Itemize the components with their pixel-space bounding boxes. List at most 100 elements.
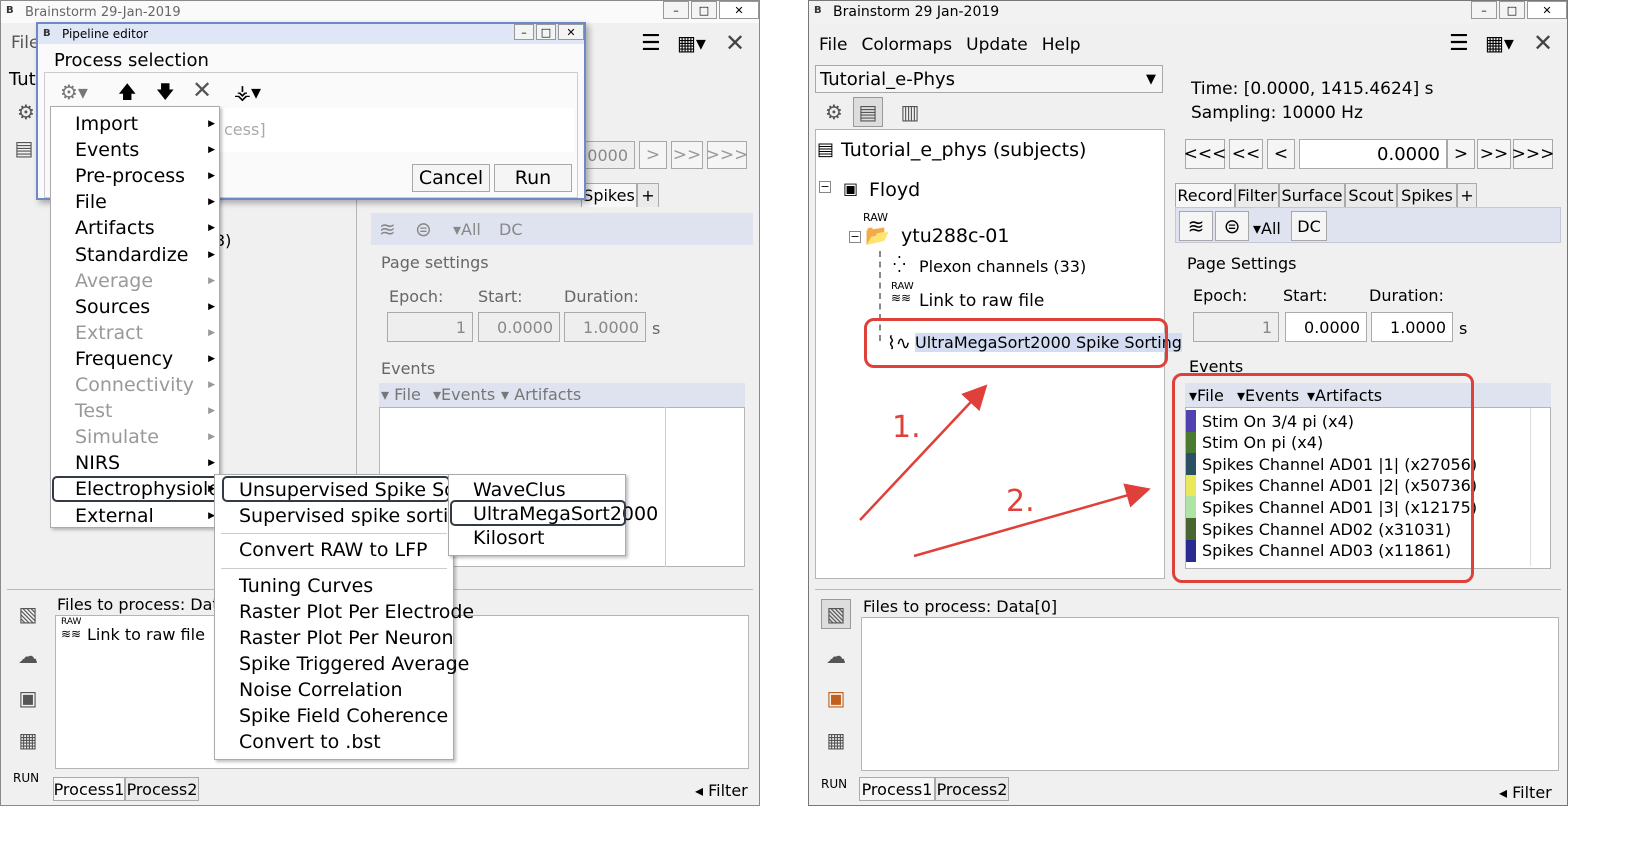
menu-standardize[interactable]: Standardize ▶ <box>51 242 219 268</box>
menu-frequency[interactable]: Frequency ▶ <box>51 346 219 372</box>
left-epoch-field[interactable]: 1 <box>387 312 473 342</box>
tree-channels[interactable]: Plexon channels (33) <box>919 257 1086 276</box>
left-link-raw[interactable]: Link to raw file <box>87 625 205 644</box>
left-next2-button[interactable]: >> <box>671 141 703 169</box>
collapse-condition-icon[interactable]: − <box>849 231 861 243</box>
left-dc-button[interactable]: DC <box>499 220 523 239</box>
left-tab-process1[interactable]: Process1 <box>53 777 125 801</box>
menu-help[interactable]: Help <box>1042 35 1081 55</box>
tab-scout[interactable]: Scout <box>1345 183 1397 207</box>
view-subjects-icon[interactable]: ▤ <box>853 97 883 127</box>
left-tab-process2[interactable]: Process2 <box>125 777 199 801</box>
add-process-gear-icon[interactable]: ⚙▾ <box>60 80 88 104</box>
left-montage-icon[interactable]: ⊜ <box>415 217 432 241</box>
nav-first-button[interactable]: <<< <box>1184 139 1226 169</box>
nav-next2-button[interactable]: >> <box>1477 139 1511 169</box>
menu-import[interactable]: Import ▶ <box>51 111 219 137</box>
menu-file[interactable]: File ▶ <box>51 189 219 215</box>
left-waves-icon[interactable]: ≋ <box>379 217 396 241</box>
menu-kilosort[interactable]: Kilosort <box>449 525 625 551</box>
menu-spike-field-coherence[interactable]: Spike Field Coherence <box>215 703 453 729</box>
tree-root[interactable]: Tutorial_e_phys (subjects) <box>841 139 1086 161</box>
menu-simulate[interactable]: Simulate ▶ <box>51 424 219 450</box>
left-all-menu[interactable]: ▾All <box>453 220 481 239</box>
pipeline-tree-icon[interactable]: ⚶▾ <box>234 80 261 104</box>
tree-link-raw[interactable]: Link to raw file <box>919 291 1044 311</box>
tab-spikes[interactable]: Spikes <box>1397 183 1457 207</box>
left-events-events-menu[interactable]: ▾Events <box>433 385 495 404</box>
close-button[interactable]: ✕ <box>719 1 759 19</box>
process-icon-4[interactable]: ▦ <box>821 725 851 755</box>
left-run-button[interactable]: RUN <box>13 771 39 785</box>
left-events-artifacts-menu[interactable]: ▾ Artifacts <box>501 385 581 404</box>
menu-convert-to-bst[interactable]: Convert to .bst <box>215 729 453 755</box>
left-duration-field[interactable]: 1.0000 <box>564 312 646 342</box>
view-functional-icon[interactable]: ⚙ <box>819 97 849 127</box>
epoch-field[interactable]: 1 <box>1193 312 1279 342</box>
right-minimize-button[interactable]: – <box>1471 1 1497 19</box>
left-next-button[interactable]: > <box>639 141 667 169</box>
menu-average[interactable]: Average ▶ <box>51 268 219 294</box>
menu-sources[interactable]: Sources ▶ <box>51 294 219 320</box>
pipeline-cancel-button[interactable]: Cancel <box>412 164 490 192</box>
nav-last-button[interactable]: >>> <box>1512 139 1554 169</box>
menu-colormaps[interactable]: Colormaps <box>861 35 952 55</box>
maximize-button[interactable]: □ <box>691 1 717 19</box>
pipeline-maximize-button[interactable]: □ <box>536 24 556 40</box>
nav-prev-button[interactable]: < <box>1267 139 1295 169</box>
menu-update[interactable]: Update <box>966 35 1028 55</box>
pipeline-run-button[interactable]: Run <box>494 164 572 192</box>
menu-noise-correlation[interactable]: Noise Correlation <box>215 677 453 703</box>
left-process-icon-3[interactable]: ▣ <box>13 683 43 713</box>
display-waves-icon[interactable]: ≋ <box>1179 211 1213 241</box>
left-tab-plus[interactable]: + <box>637 183 659 207</box>
left-layout-icon[interactable]: ▦▾ <box>677 31 706 55</box>
files-panel[interactable] <box>861 617 1559 771</box>
left-tree-icon[interactable]: ▤ <box>9 133 39 163</box>
right-run-button[interactable]: RUN <box>821 777 847 791</box>
menu-file[interactable]: File <box>819 35 847 55</box>
menu-raster-plot-per-electrode[interactable]: Raster Plot Per Electrode <box>215 599 474 625</box>
right-close-tool-icon[interactable]: ✕ <box>1533 29 1553 57</box>
right-layout-icon[interactable]: ▦▾ <box>1485 31 1514 55</box>
left-toolbar-list-icon[interactable]: ☰ <box>641 31 661 56</box>
tab-record[interactable]: Record <box>1175 183 1235 207</box>
events-scrollbar[interactable] <box>1530 408 1542 566</box>
start-field[interactable]: 0.0000 <box>1285 312 1367 342</box>
menu-raster-plot-per-neuron[interactable]: Raster Plot Per Neuron <box>215 625 454 651</box>
menu-pre-process[interactable]: Pre-process ▶ <box>51 163 219 189</box>
left-filter[interactable]: ◂ Filter <box>695 781 748 800</box>
nav-prev2-button[interactable]: << <box>1229 139 1263 169</box>
right-toolbar-list-icon[interactable]: ☰ <box>1449 31 1469 56</box>
tab-process1[interactable]: Process1 <box>859 777 935 801</box>
left-close-tool-icon[interactable]: ✕ <box>725 29 745 57</box>
pipeline-close-button[interactable]: ✕ <box>558 24 584 40</box>
montage-icon[interactable]: ⊜ <box>1215 211 1249 241</box>
left-start-field[interactable]: 0.0000 <box>478 312 560 342</box>
tab-filter[interactable]: Filter <box>1235 183 1279 207</box>
menu-tuning-curves[interactable]: Tuning Curves <box>215 573 453 599</box>
left-process-icon-2[interactable]: ☁ <box>13 641 43 671</box>
right-close-button[interactable]: ✕ <box>1527 1 1567 19</box>
left-process-icon-1[interactable]: ▧ <box>13 599 43 629</box>
tree-condition[interactable]: ytu288c-01 <box>901 225 1009 247</box>
menu-connectivity[interactable]: Connectivity ▶ <box>51 372 219 398</box>
menu-external[interactable]: External ▶ <box>51 503 219 529</box>
dc-button[interactable]: DC <box>1291 211 1327 241</box>
pipeline-minimize-button[interactable]: – <box>514 24 534 40</box>
tab-process2[interactable]: Process2 <box>935 777 1009 801</box>
nav-next-button[interactable]: > <box>1447 139 1475 169</box>
montage-all-menu[interactable]: ▾All <box>1253 219 1281 238</box>
tab-surface[interactable]: Surface <box>1279 183 1345 207</box>
left-next3-button[interactable]: >>> <box>706 141 748 169</box>
left-events-file-menu[interactable]: ▾ File <box>381 385 421 404</box>
tree-subject[interactable]: Floyd <box>869 179 920 201</box>
duration-field[interactable]: 1.0000 <box>1371 312 1453 342</box>
filter-button[interactable]: ◂ Filter <box>1499 783 1552 802</box>
menu-events[interactable]: Events ▶ <box>51 137 219 163</box>
minimize-button[interactable]: – <box>663 1 689 19</box>
delete-process-icon[interactable]: ✕ <box>192 76 212 104</box>
tab-plus[interactable]: + <box>1457 183 1477 207</box>
menu-spike-triggered-average[interactable]: Spike Triggered Average <box>215 651 469 677</box>
menu-extract[interactable]: Extract ▶ <box>51 320 219 346</box>
